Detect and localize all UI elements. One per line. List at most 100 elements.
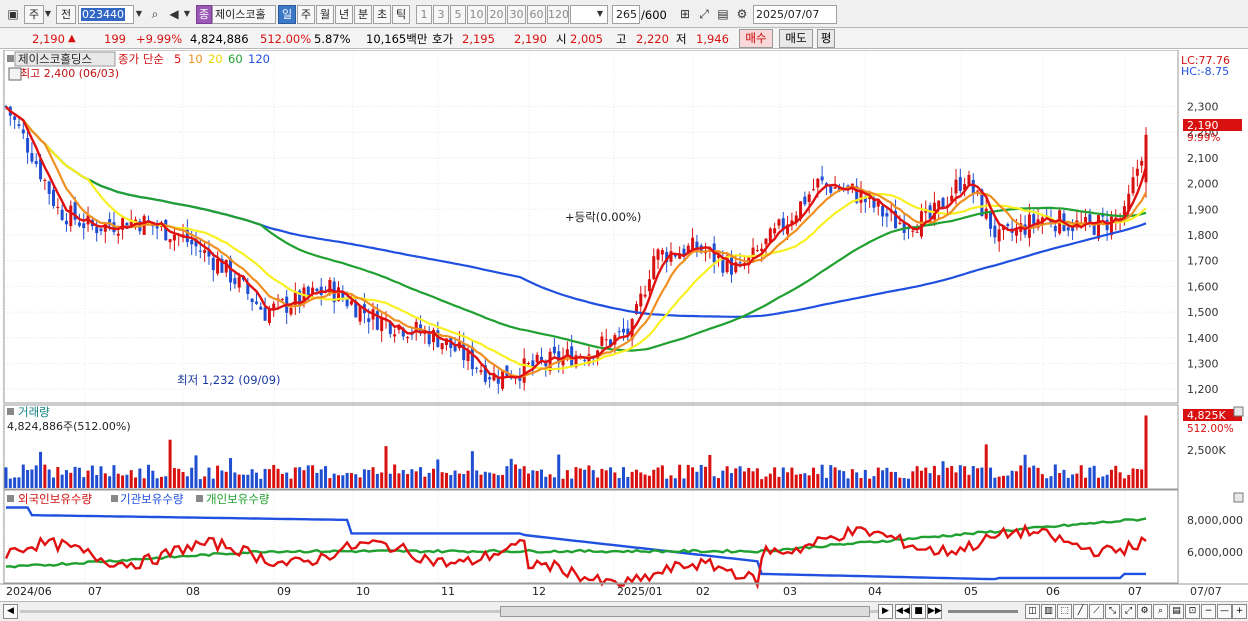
sell-button[interactable]: 매도 — [779, 29, 813, 48]
forward-icon[interactable]: ▶▶ — [927, 604, 942, 619]
interval-button-1[interactable]: 3 — [433, 5, 449, 24]
volume-bar — [4, 467, 8, 488]
candle-body — [967, 174, 971, 185]
crosshair-icon[interactable]: ⊞ — [676, 5, 694, 24]
stop-icon[interactable]: ■ — [911, 604, 926, 619]
panel-close-icon[interactable] — [1233, 406, 1244, 417]
zoom-fit-icon[interactable]: ⊡ — [1185, 604, 1200, 619]
volume-bar — [665, 478, 669, 488]
search-icon[interactable]: ⌕ — [146, 5, 164, 24]
volume-bar — [842, 471, 846, 488]
magnifier-icon[interactable]: ⌕ — [1153, 604, 1168, 619]
bar-count-input[interactable]: 265 — [612, 5, 640, 24]
date-input[interactable]: 2025/07/07 — [753, 5, 837, 24]
volume-bar — [397, 473, 401, 488]
volume-bar — [570, 478, 574, 488]
candle-body — [479, 370, 483, 373]
volume-bar — [708, 455, 712, 488]
volume-bar — [907, 478, 910, 488]
last-price-tag-text: 2,190 — [1187, 119, 1219, 132]
volume-bar — [794, 474, 798, 488]
chevron-down-icon[interactable]: ▼ — [181, 5, 193, 24]
layout-icon[interactable]: ▣ — [4, 5, 22, 24]
chart-area[interactable]: 2,300 2,200 2,100 2,000 1,900 1,800 1,700 1,600… — [0, 49, 1248, 602]
zoom-track[interactable] — [948, 610, 1018, 613]
candle-body — [989, 211, 993, 229]
scroll-right-icon[interactable]: ▶ — [878, 604, 893, 619]
candle-body — [656, 249, 660, 260]
volume-bar — [924, 467, 928, 488]
low-annotation: 최저 1,232 (09/09) — [177, 373, 281, 387]
layout-icon[interactable]: ▥ — [1041, 604, 1056, 619]
interval-button-0[interactable]: 1 — [416, 5, 432, 24]
volume-bar — [902, 478, 906, 488]
volume-bar — [807, 475, 811, 488]
gear-icon[interactable]: ⚙ — [1137, 604, 1152, 619]
x-axis-label-1: 07 — [88, 585, 102, 598]
stock-code-input[interactable]: 023440 — [78, 5, 134, 24]
interval-button-6[interactable]: 60 — [527, 5, 546, 24]
draw-line-icon[interactable]: ⤡ — [1105, 604, 1120, 619]
interval-button-3[interactable]: 10 — [467, 5, 486, 24]
panel-close-icon[interactable] — [1233, 492, 1244, 503]
scroll-thumb[interactable] — [500, 606, 870, 617]
volume-bar — [686, 464, 690, 488]
buy-button[interactable]: 매수 — [739, 29, 773, 48]
save-icon[interactable]: ▤ — [714, 5, 732, 24]
volume-bar — [984, 444, 988, 488]
scroll-bar[interactable]: ◀ ▶ ◀◀ ■ ▶▶ ◫ ▥ ⬚ ╱ ⟋ ⤡ ⤢ ⚙ ⌕ ▤ ⊡ − — + — [0, 601, 1248, 621]
print-icon[interactable]: ▤ — [1169, 604, 1184, 619]
volume-bar — [384, 446, 388, 488]
volume-bar — [263, 468, 267, 488]
volume-bar — [1053, 464, 1057, 488]
chevron-down-icon[interactable]: ▼ — [594, 5, 606, 24]
interval-button-5[interactable]: 30 — [507, 5, 526, 24]
draw-line-icon[interactable]: ⤢ — [695, 5, 713, 24]
market-select[interactable]: 주 — [24, 5, 44, 24]
volume-bar — [945, 467, 949, 488]
shape-icon[interactable]: ⬚ — [1057, 604, 1072, 619]
volume-bar — [669, 475, 673, 488]
volume-bar — [1135, 469, 1139, 488]
price-y-tick-10: 1,300 — [1187, 357, 1219, 370]
interval-button-2[interactable]: 5 — [450, 5, 466, 24]
volume-bar — [211, 478, 215, 488]
volume-bar — [1101, 476, 1105, 488]
draw-line-icon[interactable]: ⟋ — [1089, 604, 1104, 619]
period-button-6[interactable]: 틱 — [392, 5, 410, 24]
trade-amount: 10,165백만 — [366, 32, 428, 46]
interval-button-7[interactable]: 120 — [547, 5, 569, 24]
gear-icon[interactable]: ⚙ — [733, 5, 751, 24]
candle-body — [777, 219, 781, 226]
rewind-icon[interactable]: ◀◀ — [895, 604, 910, 619]
period-button-1[interactable]: 주 — [297, 5, 315, 24]
volume-bar — [578, 468, 582, 488]
compare-icon[interactable]: ◫ — [1025, 604, 1040, 619]
volume-bar — [319, 469, 323, 488]
eval-button[interactable]: 평 — [817, 29, 835, 48]
volume-bar — [656, 467, 660, 488]
volume-bars — [4, 415, 1148, 488]
volume-bar — [544, 476, 548, 488]
zoom-out-icon[interactable]: − — [1201, 604, 1216, 619]
x-axis-label-7: 2025/01 — [617, 585, 663, 598]
volume-bar — [501, 474, 505, 488]
draw-line-icon[interactable]: ╱ — [1073, 604, 1088, 619]
chevron-down-icon[interactable]: ▼ — [42, 5, 54, 24]
zoom-reset-icon[interactable]: — — [1217, 604, 1232, 619]
candle-body — [660, 250, 664, 255]
period-button-2[interactable]: 월 — [316, 5, 334, 24]
period-button-5[interactable]: 초 — [373, 5, 391, 24]
interval-button-4[interactable]: 20 — [487, 5, 506, 24]
zoom-in-icon[interactable]: + — [1232, 604, 1247, 619]
stock-chart[interactable]: 2,3002,2002,1002,0001,9001,8001,7001,600… — [0, 49, 1248, 602]
scroll-left-icon[interactable]: ◀ — [3, 604, 18, 619]
period-button-3[interactable]: 년 — [335, 5, 353, 24]
prev-button[interactable]: 전 — [56, 5, 76, 24]
period-button-4[interactable]: 분 — [354, 5, 372, 24]
period-button-0[interactable]: 일 — [278, 5, 296, 24]
x-axis-label-3: 09 — [277, 585, 291, 598]
chevron-down-icon[interactable]: ▼ — [133, 5, 145, 24]
draw-line-icon[interactable]: ⤢ — [1121, 604, 1136, 619]
stock-name-field[interactable]: 제이스코홀 — [212, 5, 276, 24]
